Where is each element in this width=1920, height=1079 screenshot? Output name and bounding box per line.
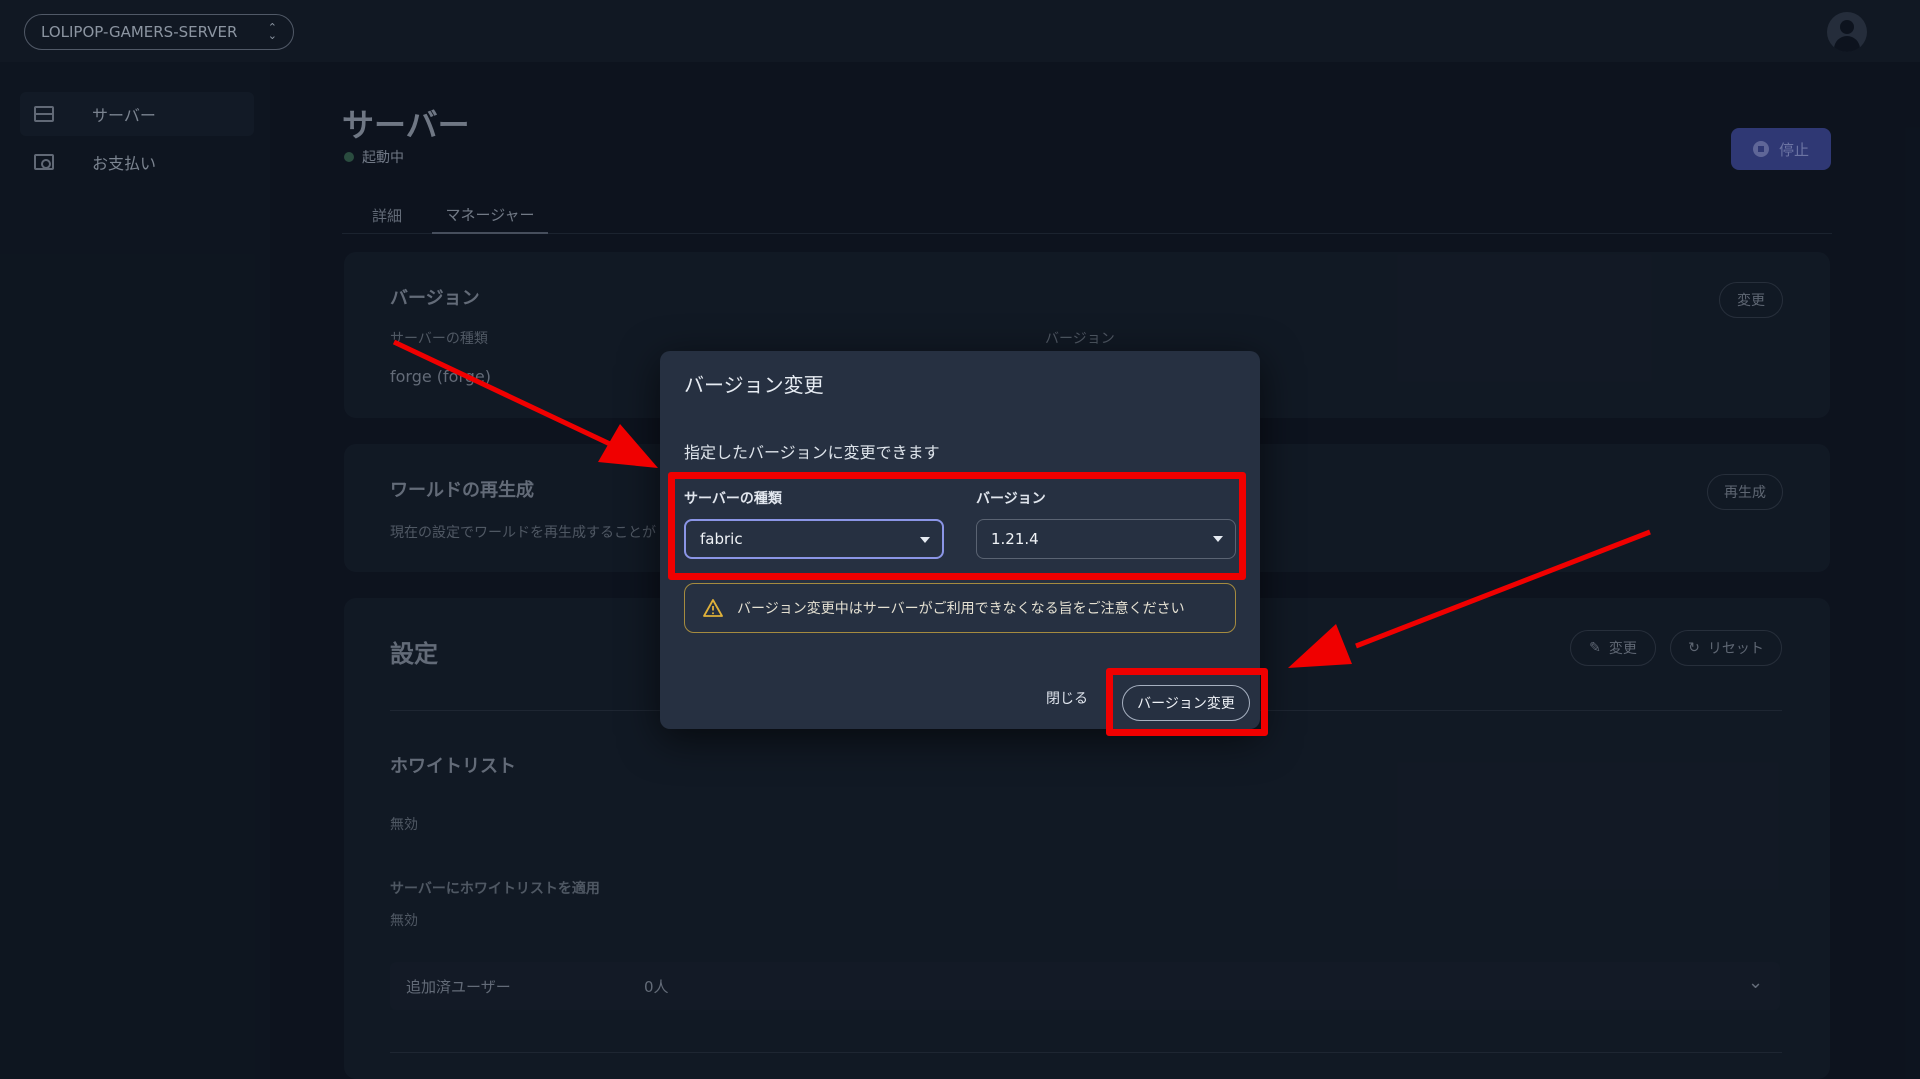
version-selected: 1.21.4 [991, 530, 1039, 548]
users-accordion[interactable]: 追加済ユーザー 0人 ⌄ [390, 962, 1780, 1010]
chevron-updown-icon: ⌃ ⌄ [267, 21, 277, 42]
settings-reset-button[interactable]: ↻ リセット [1670, 630, 1782, 666]
warning-icon [703, 599, 723, 617]
world-card-desc: 現在の設定でワールドを再生成することが [390, 525, 656, 541]
regenerate-button[interactable]: 再生成 [1707, 474, 1783, 510]
dialog-description: 指定したバージョンに変更できます [684, 443, 940, 462]
whitelist-value: 無効 [390, 817, 418, 833]
dialog-title: バージョン変更 [684, 373, 824, 397]
server-type-select[interactable]: fabric [684, 519, 944, 559]
avatar[interactable] [1827, 12, 1867, 52]
version-label: バージョン [1045, 331, 1115, 347]
warning-alert: バージョン変更中はサーバーがご利用できなくなる旨をご注意ください [684, 583, 1236, 633]
server-type-label: サーバーの種類 [390, 331, 488, 347]
server-type-selected: fabric [700, 530, 743, 548]
users-label: 追加済ユーザー [406, 978, 511, 996]
status-dot-icon [344, 152, 354, 162]
dropdown-caret-icon [920, 537, 930, 543]
server-type-value: forge (forge) [390, 367, 492, 386]
server-status: 起動中 [344, 147, 404, 167]
server-type-field-label: サーバーの種類 [684, 491, 782, 507]
reset-icon: ↻ [1688, 640, 1700, 656]
tab-bar: 詳細 マネージャー [342, 196, 1832, 234]
divider [390, 1052, 1782, 1053]
settings-edit-label: 変更 [1608, 641, 1637, 657]
chevron-down-icon: ⌄ [1748, 972, 1764, 993]
apply-whitelist-label: サーバーにホワイトリストを適用 [390, 881, 600, 897]
version-select[interactable]: 1.21.4 [976, 519, 1236, 559]
server-icon [34, 106, 54, 122]
settings-edit-button[interactable]: ✎ 変更 [1570, 630, 1656, 666]
sidebar-item-payment[interactable]: お支払い [20, 140, 254, 184]
version-change-button[interactable]: 変更 [1719, 282, 1783, 318]
version-change-dialog: バージョン変更 指定したバージョンに変更できます サーバーの種類 fabric … [660, 351, 1260, 729]
close-button[interactable]: 閉じる [1046, 688, 1088, 708]
user-head-icon [1840, 20, 1854, 34]
whitelist-title: ホワイトリスト [390, 756, 516, 777]
settings-reset-label: リセット [1707, 641, 1764, 657]
stop-label: 停止 [1778, 140, 1809, 159]
pencil-icon: ✎ [1589, 640, 1601, 656]
status-text: 起動中 [362, 150, 404, 166]
sidebar-item-label: サーバー [92, 106, 156, 125]
user-body-icon [1834, 36, 1860, 52]
stop-button[interactable]: 停止 [1731, 128, 1831, 170]
users-count: 0人 [644, 978, 669, 996]
sidebar-item-label: お支払い [92, 154, 157, 173]
dropdown-caret-icon [1213, 536, 1223, 542]
payment-icon [34, 154, 54, 170]
sidebar: サーバー お支払い [0, 62, 270, 1079]
tab-details[interactable]: 詳細 [342, 196, 432, 234]
settings-title: 設定 [390, 640, 438, 668]
version-field-label: バージョン [976, 491, 1046, 507]
warning-text: バージョン変更中はサーバーがご利用できなくなる旨をご注意ください [737, 601, 1185, 617]
tab-manager[interactable]: マネージャー [432, 196, 548, 234]
apply-whitelist-value: 無効 [390, 913, 418, 929]
world-card-title: ワールドの再生成 [390, 480, 534, 501]
server-switcher[interactable]: LOLIPOP-GAMERS-SERVER ⌃ ⌄ [24, 14, 294, 50]
page-title: サーバー [342, 106, 470, 144]
sidebar-item-server[interactable]: サーバー [20, 92, 254, 136]
confirm-version-change-button[interactable]: バージョン変更 [1122, 685, 1250, 721]
version-card-title: バージョン [390, 288, 480, 309]
server-name: LOLIPOP-GAMERS-SERVER [41, 23, 238, 41]
stop-icon [1752, 141, 1769, 157]
top-bar: LOLIPOP-GAMERS-SERVER ⌃ ⌄ [0, 0, 1920, 62]
